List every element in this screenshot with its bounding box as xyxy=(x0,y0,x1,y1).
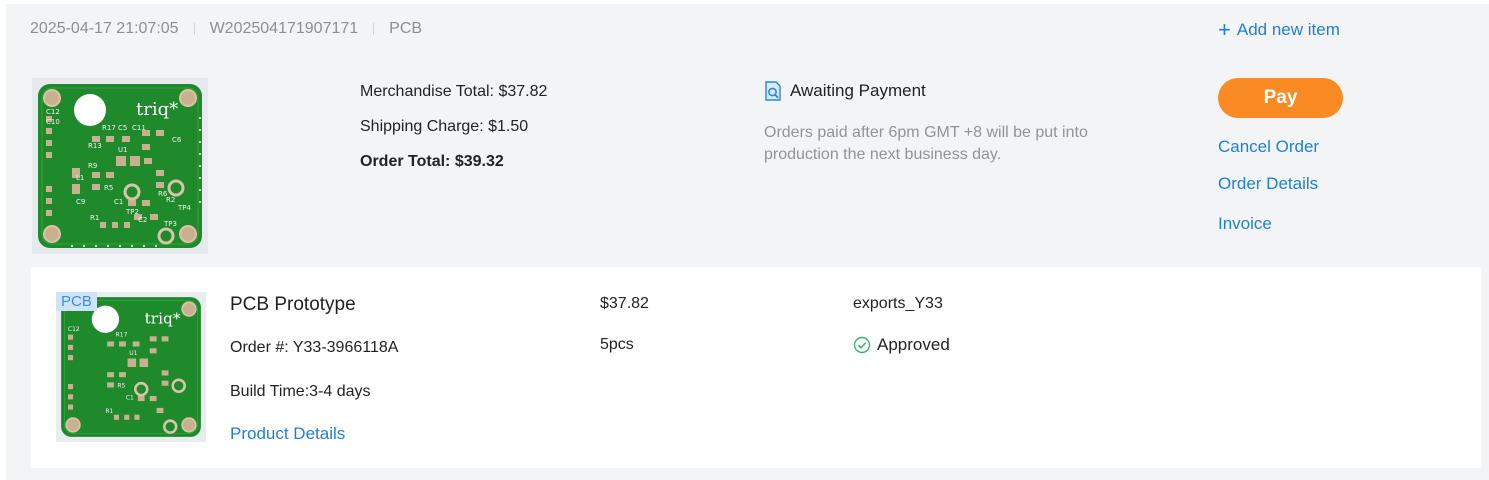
order-datetime: 2025-04-17 21:07:05 xyxy=(30,20,179,37)
svg-text:C1: C1 xyxy=(126,394,134,401)
svg-text:C12: C12 xyxy=(68,326,80,333)
svg-text:C5: C5 xyxy=(118,124,127,132)
pay-button[interactable]: Pay xyxy=(1218,78,1343,118)
pcb-tag: PCB xyxy=(56,292,97,311)
svg-text:R17: R17 xyxy=(116,331,128,338)
order-totals: Merchandise Total: $37.82 Shipping Charg… xyxy=(360,80,547,185)
svg-text:R5: R5 xyxy=(104,184,113,192)
svg-text:R9: R9 xyxy=(88,162,97,170)
svg-text:C1: C1 xyxy=(114,198,123,206)
item-quantity: 5pcs xyxy=(600,336,634,353)
item-file-name: exports_Y33 xyxy=(853,295,943,312)
svg-text:R1: R1 xyxy=(90,214,99,222)
order-number: W202504171907171 xyxy=(209,20,359,37)
svg-text:U1: U1 xyxy=(118,146,128,154)
status-label: Awaiting Payment xyxy=(790,81,926,100)
pcb-logo-text: triq* xyxy=(136,99,178,120)
order-total: Order Total: $39.32 xyxy=(360,153,504,170)
svg-text:TP3: TP3 xyxy=(163,220,177,228)
merchandise-total: Merchandise Total: $37.82 xyxy=(360,83,548,100)
order-type: PCB xyxy=(389,20,423,37)
order-header: 2025-04-17 21:07:05 W202504171907171 PCB xyxy=(30,20,422,38)
plus-icon: + xyxy=(1218,17,1231,42)
separator xyxy=(373,23,375,35)
check-circle-icon xyxy=(853,336,871,354)
item-build-time: Build Time:3-4 days xyxy=(230,383,371,400)
item-price: $37.82 xyxy=(600,295,649,312)
svg-text:R17: R17 xyxy=(102,124,116,132)
pcb-logo-text: triq* xyxy=(145,310,181,328)
svg-text:C12: C12 xyxy=(46,108,60,116)
pcb-board-image: triq* C12 R17 U1 R5 C1 R1 xyxy=(61,297,201,437)
svg-text:C11: C11 xyxy=(132,124,146,132)
order-card: 2025-04-17 21:07:05 W202504171907171 PCB… xyxy=(6,4,1489,480)
svg-text:C6: C6 xyxy=(172,136,182,144)
order-item-row: triq* C12 R17 U1 R5 C1 R1 PCB PCB Protot… xyxy=(31,267,1481,468)
separator xyxy=(193,23,195,35)
pcb-thumbnail[interactable]: triq* C12 C10 R17 C5 C11 U1 R13 C6 R9 L1… xyxy=(32,78,208,254)
svg-text:R5: R5 xyxy=(117,382,125,389)
review-status-label: Approved xyxy=(877,335,950,354)
review-status: Approved xyxy=(853,335,950,355)
svg-text:U1: U1 xyxy=(129,350,137,357)
svg-text:C9: C9 xyxy=(76,198,85,206)
order-status: Awaiting Payment xyxy=(764,81,926,101)
item-order-number: Order #: Y33-3966118A xyxy=(230,339,399,356)
pcb-board-image: triq* C12 C10 R17 C5 C11 U1 R13 C6 R9 L1… xyxy=(38,84,202,248)
invoice-link[interactable]: Invoice xyxy=(1218,214,1272,234)
svg-text:C10: C10 xyxy=(46,118,60,126)
shipping-charge: Shipping Charge: $1.50 xyxy=(360,118,529,135)
item-title: PCB Prototype xyxy=(230,294,356,315)
payment-note: Orders paid after 6pm GMT +8 will be put… xyxy=(764,124,1088,163)
cancel-order-link[interactable]: Cancel Order xyxy=(1218,137,1319,157)
svg-text:C2: C2 xyxy=(138,216,147,224)
svg-text:L1: L1 xyxy=(76,174,84,182)
svg-text:R1: R1 xyxy=(105,408,113,415)
add-new-item-link[interactable]: + Add new item xyxy=(1218,17,1340,42)
document-search-icon xyxy=(765,81,781,101)
add-new-item-label: Add new item xyxy=(1236,20,1340,39)
svg-text:R13: R13 xyxy=(88,142,102,150)
svg-text:TP2: TP2 xyxy=(125,208,139,216)
item-thumbnail[interactable]: triq* C12 R17 U1 R5 C1 R1 PCB xyxy=(56,292,206,442)
order-details-link[interactable]: Order Details xyxy=(1218,174,1318,194)
svg-text:R2: R2 xyxy=(166,196,175,204)
product-details-link[interactable]: Product Details xyxy=(230,424,345,444)
svg-text:TP4: TP4 xyxy=(177,204,191,212)
